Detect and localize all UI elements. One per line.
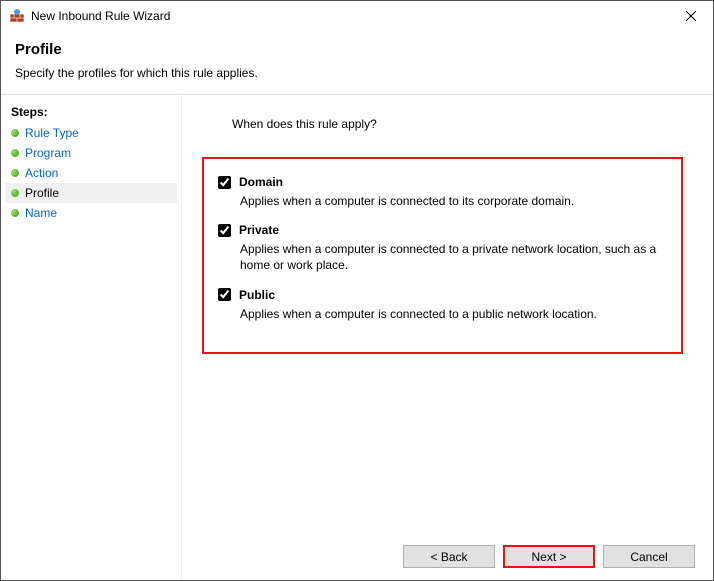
steps-title: Steps: [5, 101, 177, 123]
option-description: Applies when a computer is connected to … [240, 241, 667, 273]
next-button[interactable]: Next > [503, 545, 595, 568]
wizard-header: Profile Specify the profiles for which t… [1, 31, 713, 94]
wizard-body: Steps: Rule Type Program Action Profile … [1, 95, 713, 580]
step-bullet-icon [11, 129, 19, 137]
checkbox-domain[interactable] [218, 176, 231, 189]
option-label: Domain [239, 175, 283, 189]
page-subtitle: Specify the profiles for which this rule… [15, 66, 699, 80]
cancel-button[interactable]: Cancel [603, 545, 695, 568]
option-public: Public Applies when a computer is connec… [218, 288, 667, 322]
page-title: Profile [15, 41, 699, 58]
option-private: Private Applies when a computer is conne… [218, 223, 667, 273]
firewall-icon [9, 8, 25, 24]
step-rule-type[interactable]: Rule Type [5, 123, 177, 143]
wizard-footer: < Back Next > Cancel [182, 532, 713, 580]
step-name[interactable]: Name [5, 203, 177, 223]
titlebar: New Inbound Rule Wizard [1, 1, 713, 31]
window-title: New Inbound Rule Wizard [31, 9, 668, 23]
step-action[interactable]: Action [5, 163, 177, 183]
option-description: Applies when a computer is connected to … [240, 193, 667, 209]
content-prompt: When does this rule apply? [232, 117, 693, 131]
step-bullet-icon [11, 209, 19, 217]
option-row[interactable]: Domain [218, 175, 667, 189]
checkbox-public[interactable] [218, 288, 231, 301]
step-profile[interactable]: Profile [5, 183, 177, 203]
step-link[interactable]: Rule Type [25, 126, 79, 140]
step-link[interactable]: Name [25, 206, 57, 220]
step-link[interactable]: Action [25, 166, 58, 180]
step-bullet-icon [11, 169, 19, 177]
profiles-highlight-box: Domain Applies when a computer is connec… [202, 157, 683, 354]
wizard-content: When does this rule apply? Domain Applie… [181, 95, 713, 580]
option-row[interactable]: Private [218, 223, 667, 237]
step-bullet-icon [11, 149, 19, 157]
close-button[interactable] [668, 1, 713, 31]
option-description: Applies when a computer is connected to … [240, 306, 667, 322]
dialog-window: New Inbound Rule Wizard Profile Specify … [0, 0, 714, 581]
close-icon [686, 11, 696, 21]
option-label: Private [239, 223, 279, 237]
step-label-current: Profile [25, 186, 59, 200]
step-link[interactable]: Program [25, 146, 71, 160]
option-domain: Domain Applies when a computer is connec… [218, 175, 667, 209]
step-program[interactable]: Program [5, 143, 177, 163]
option-row[interactable]: Public [218, 288, 667, 302]
checkbox-private[interactable] [218, 224, 231, 237]
steps-sidebar: Steps: Rule Type Program Action Profile … [1, 95, 181, 580]
option-label: Public [239, 288, 275, 302]
step-bullet-icon [11, 189, 19, 197]
back-button[interactable]: < Back [403, 545, 495, 568]
